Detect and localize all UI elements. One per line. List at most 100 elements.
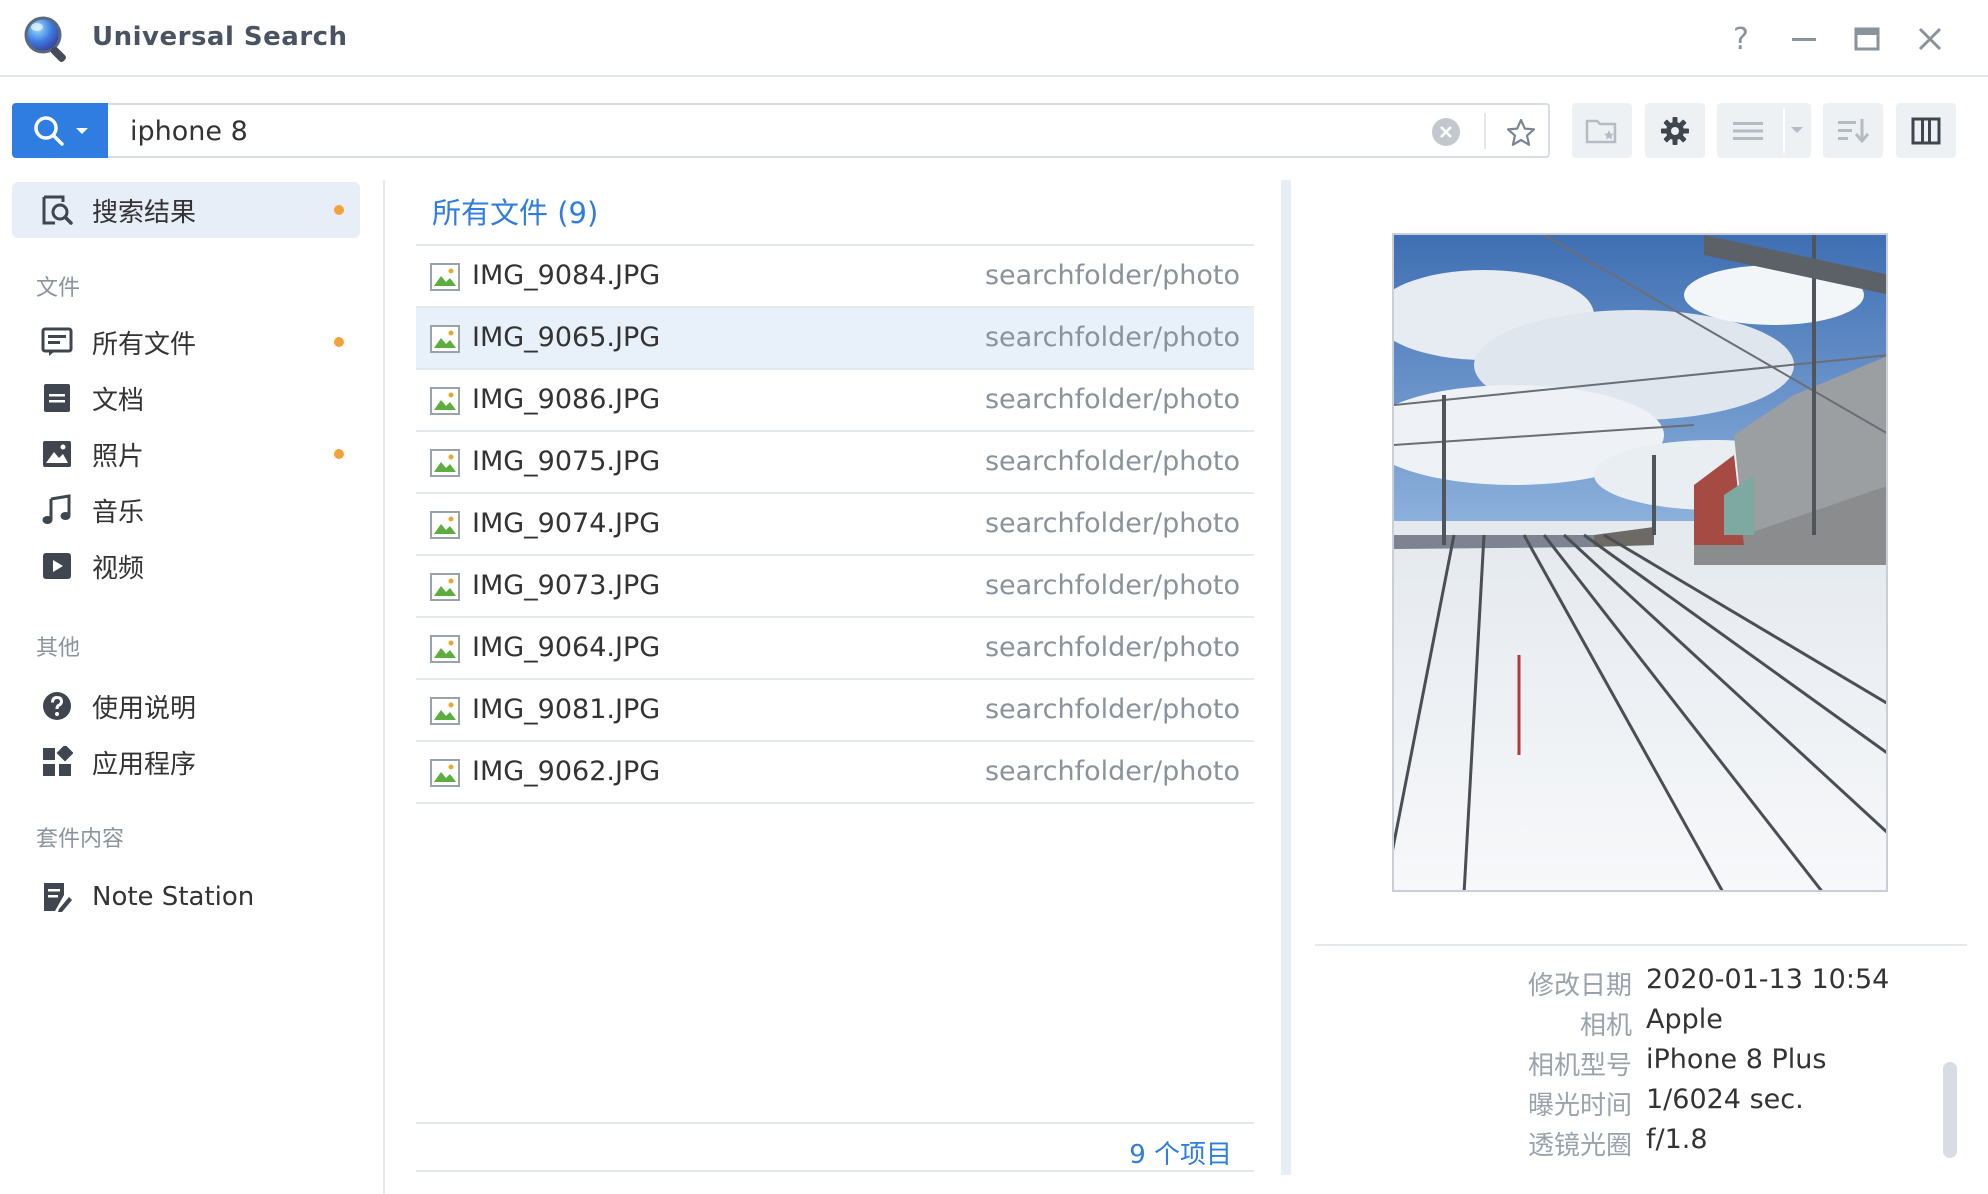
sort-button[interactable] <box>1823 103 1883 158</box>
folder-icon <box>1585 119 1617 143</box>
table-row[interactable]: IMG_9064.JPG searchfolder/photo <box>416 618 1254 680</box>
video-icon <box>40 549 74 583</box>
table-row[interactable]: IMG_9073.JPG searchfolder/photo <box>416 556 1254 618</box>
file-path: searchfolder/photo <box>984 632 1240 663</box>
preview-divider <box>1315 944 1967 946</box>
image-file-icon <box>430 635 460 663</box>
results-title: 所有文件 (9) <box>432 196 599 230</box>
table-row[interactable]: IMG_9084.JPG searchfolder/photo <box>416 246 1254 308</box>
preview-panel-toggle[interactable] <box>1896 103 1956 158</box>
table-row[interactable]: IMG_9086.JPG searchfolder/photo <box>416 370 1254 432</box>
help-button[interactable]: ? <box>1722 20 1760 58</box>
note-station-icon <box>40 880 74 914</box>
sidebar-item-label: 使用说明 <box>92 693 197 724</box>
results-footer-divider <box>416 1122 1254 1124</box>
sidebar-item-all-files[interactable]: 所有文件 <box>12 314 360 370</box>
sidebar-item-documents[interactable]: 文档 <box>12 370 360 426</box>
open-folder-button[interactable] <box>1572 103 1632 158</box>
file-path: searchfolder/photo <box>984 322 1240 353</box>
search-box <box>108 103 1550 158</box>
image-file-icon <box>430 449 460 477</box>
chevron-down-icon <box>1791 127 1803 133</box>
file-path: searchfolder/photo <box>984 260 1240 291</box>
table-row[interactable]: IMG_9062.JPG searchfolder/photo <box>416 742 1254 804</box>
results-bottom-divider <box>416 1170 1254 1172</box>
image-file-icon <box>430 325 460 353</box>
search-scope-button[interactable] <box>12 103 109 158</box>
close-button[interactable] <box>1911 20 1949 58</box>
results-count: 9 个项目 <box>1129 1140 1232 1170</box>
gear-icon <box>1661 116 1689 145</box>
sidebar-item-label: Note Station <box>92 882 255 912</box>
view-mode-button[interactable] <box>1717 103 1811 158</box>
metadata-value: 1/6024 sec. <box>1646 1084 1804 1115</box>
help-icon <box>40 689 74 723</box>
sidebar-item-videos[interactable]: 视频 <box>12 538 360 594</box>
new-results-dot <box>334 337 344 347</box>
photo-icon <box>40 437 74 471</box>
table-row[interactable]: IMG_9065.JPG searchfolder/photo <box>416 308 1254 370</box>
file-name: IMG_9086.JPG <box>472 384 661 415</box>
view-mode-divider <box>1783 108 1785 153</box>
table-row[interactable]: IMG_9075.JPG searchfolder/photo <box>416 432 1254 494</box>
sidebar-item-photos[interactable]: 照片 <box>12 426 360 482</box>
sidebar-item-note-station[interactable]: Note Station <box>12 869 360 925</box>
columns-icon <box>1911 117 1941 144</box>
list-view-icon <box>1733 121 1763 140</box>
star-icon <box>1506 118 1536 146</box>
new-results-dot <box>334 449 344 459</box>
table-row[interactable]: IMG_9074.JPG searchfolder/photo <box>416 494 1254 556</box>
settings-button[interactable] <box>1645 103 1705 158</box>
apps-icon <box>40 745 74 779</box>
sidebar-item-help[interactable]: 使用说明 <box>12 678 360 734</box>
file-name: IMG_9081.JPG <box>472 694 661 725</box>
sidebar-item-applications[interactable]: 应用程序 <box>12 734 360 790</box>
panel-splitter[interactable] <box>1281 180 1291 1175</box>
file-path: searchfolder/photo <box>984 446 1240 477</box>
metadata-label: 修改日期 <box>1527 971 1632 1001</box>
metadata-label: 相机 <box>1579 1011 1632 1041</box>
minimize-button[interactable] <box>1785 20 1823 58</box>
search-icon <box>33 115 64 146</box>
new-results-dot <box>334 205 344 215</box>
search-input[interactable] <box>130 113 1430 149</box>
sidebar-item-label: 应用程序 <box>92 749 197 780</box>
file-name: IMG_9084.JPG <box>472 260 661 291</box>
maximize-button[interactable] <box>1848 20 1886 58</box>
universal-search-logo-icon <box>22 14 72 64</box>
sidebar-item-music[interactable]: 音乐 <box>12 482 360 538</box>
section-header-other: 其他 <box>36 636 81 661</box>
file-path: searchfolder/photo <box>984 570 1240 601</box>
results-panel: 所有文件 (9) IMG_9084.JPG searchfolder/photo I… <box>416 180 1254 1180</box>
metadata-value: f/1.8 <box>1646 1124 1708 1155</box>
sidebar-item-label: 照片 <box>92 441 145 472</box>
photo-preview <box>1392 233 1888 892</box>
image-file-icon <box>430 511 460 539</box>
sidebar-item-label: 视频 <box>92 553 145 584</box>
file-path: searchfolder/photo <box>984 384 1240 415</box>
minimize-icon <box>1792 38 1816 41</box>
metadata-label: 透镜光圈 <box>1527 1131 1632 1161</box>
metadata-label: 曝光时间 <box>1527 1091 1632 1121</box>
preview-scrollbar[interactable] <box>1943 1062 1957 1158</box>
metadata-value: iPhone 8 Plus <box>1646 1044 1827 1075</box>
file-path: searchfolder/photo <box>984 694 1240 725</box>
app-title: Universal Search <box>92 22 348 52</box>
music-icon <box>40 493 74 527</box>
maximize-icon <box>1854 27 1880 51</box>
file-name: IMG_9064.JPG <box>472 632 661 663</box>
clear-search-button[interactable] <box>1432 118 1460 146</box>
chevron-down-icon <box>75 127 88 134</box>
sidebar-item-search-results[interactable]: 搜索结果 <box>12 182 360 238</box>
section-header-files: 文件 <box>36 276 81 301</box>
close-icon <box>1918 27 1942 51</box>
file-path: searchfolder/photo <box>984 508 1240 539</box>
image-file-icon <box>430 387 460 415</box>
image-file-icon <box>430 263 460 291</box>
save-search-button[interactable] <box>1501 113 1541 153</box>
file-name: IMG_9065.JPG <box>472 322 661 353</box>
sort-icon <box>1838 118 1870 143</box>
file-name: IMG_9075.JPG <box>472 446 661 477</box>
file-name: IMG_9073.JPG <box>472 570 661 601</box>
table-row[interactable]: IMG_9081.JPG searchfolder/photo <box>416 680 1254 742</box>
